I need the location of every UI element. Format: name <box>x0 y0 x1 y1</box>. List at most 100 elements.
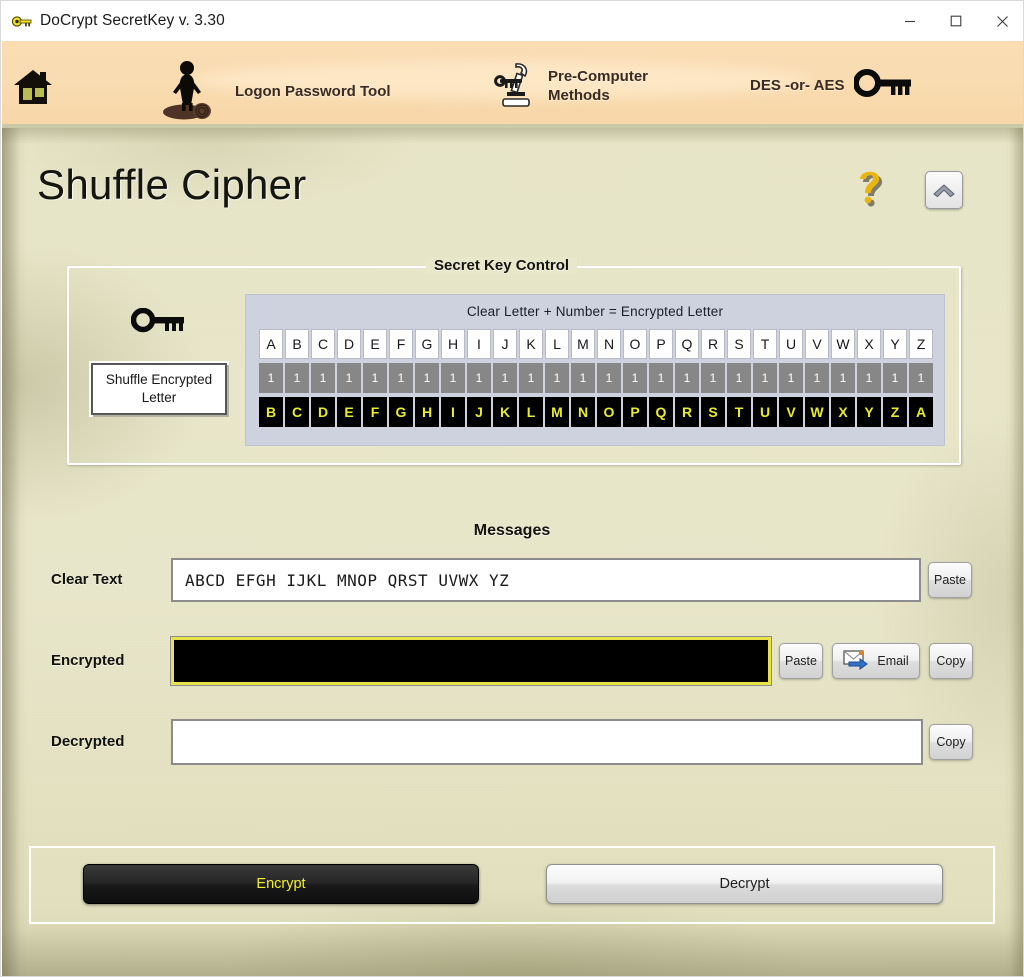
shift-number-cell[interactable]: 1 <box>623 363 647 393</box>
shift-number-cell[interactable]: 1 <box>311 363 335 393</box>
shift-number-cell[interactable]: 1 <box>389 363 413 393</box>
decrypt-button[interactable]: Decrypt <box>546 864 943 904</box>
clear-letter-cell: J <box>493 329 517 359</box>
toolbar-item-logon-password-tool[interactable]: Logon Password Tool <box>157 59 391 124</box>
shift-number-cell[interactable]: 1 <box>805 363 829 393</box>
key-column-i: I 1 J <box>466 329 492 427</box>
key-column-g: G 1 H <box>414 329 440 427</box>
clear-letter-cell: Y <box>883 329 907 359</box>
email-button-label: Email <box>877 654 909 668</box>
shift-number-cell[interactable]: 1 <box>753 363 777 393</box>
title-bar-left: DoCrypt SecretKey v. 3.30 <box>1 1 887 41</box>
email-send-icon <box>843 649 871 674</box>
page-title: Shuffle Cipher <box>37 161 307 208</box>
encrypted-letter-cell: A <box>909 397 933 427</box>
question-mark-icon[interactable] <box>847 164 895 212</box>
shift-number-cell[interactable]: 1 <box>259 363 283 393</box>
shift-number-cell[interactable]: 1 <box>831 363 855 393</box>
key-column-a: A 1 B <box>258 329 284 427</box>
close-button[interactable] <box>979 1 1023 41</box>
clear-letter-cell: S <box>727 329 751 359</box>
clear-letter-cell: L <box>545 329 569 359</box>
encrypted-input[interactable] <box>170 636 772 686</box>
encrypted-letter-cell: W <box>805 397 829 427</box>
paste-encrypted-button[interactable]: Paste <box>779 643 823 679</box>
toolbar-label-pre-computer-methods: Pre-Computer Methods <box>548 68 648 106</box>
clear-text-input[interactable]: ABCD EFGH IJKL MNOP QRST UVWX YZ <box>171 558 921 602</box>
shift-number-cell[interactable]: 1 <box>519 363 543 393</box>
key-column-q: Q 1 R <box>674 329 700 427</box>
key-grid-caption: Clear Letter + Number = Encrypted Letter <box>466 304 724 319</box>
shift-number-cell[interactable]: 1 <box>909 363 933 393</box>
clear-letter-cell: Z <box>909 329 933 359</box>
shift-number-cell[interactable]: 1 <box>727 363 751 393</box>
shift-number-cell[interactable]: 1 <box>441 363 465 393</box>
shift-number-cell[interactable]: 1 <box>597 363 621 393</box>
key-column-p: P 1 Q <box>648 329 674 427</box>
email-encrypted-button[interactable]: Email <box>832 643 920 679</box>
encrypted-letter-cell: C <box>285 397 309 427</box>
shift-number-cell[interactable]: 1 <box>857 363 881 393</box>
encrypted-letter-cell: F <box>363 397 387 427</box>
copy-decrypted-button[interactable]: Copy <box>929 724 973 760</box>
shift-number-cell[interactable]: 1 <box>285 363 309 393</box>
application-window: DoCrypt SecretKey v. 3.30 Logon Password… <box>0 0 1024 977</box>
shift-number-cell[interactable]: 1 <box>337 363 361 393</box>
shift-number-cell[interactable]: 1 <box>571 363 595 393</box>
key-column-j: J 1 K <box>492 329 518 427</box>
clear-letter-cell: C <box>311 329 335 359</box>
shift-number-cell[interactable]: 1 <box>493 363 517 393</box>
title-bar: DoCrypt SecretKey v. 3.30 <box>1 1 1023 41</box>
decrypted-label: Decrypted <box>51 733 125 750</box>
decrypted-input[interactable] <box>171 719 923 765</box>
encrypted-letter-cell: M <box>545 397 569 427</box>
toolbar-item-pre-computer-methods[interactable]: Pre-Computer Methods <box>492 59 648 114</box>
secret-key-grid-panel: Clear Letter + Number = Encrypted Letter… <box>245 294 945 446</box>
encrypted-letter-cell: Z <box>883 397 907 427</box>
copy-encrypted-button[interactable]: Copy <box>929 643 973 679</box>
window-controls <box>887 1 1023 41</box>
clear-letter-cell: O <box>623 329 647 359</box>
shift-number-cell[interactable]: 1 <box>545 363 569 393</box>
toolbar-item-des-or-aes[interactable]: DES -or- AES <box>750 69 914 104</box>
house-icon <box>10 63 56 114</box>
key-icon <box>130 307 187 336</box>
encrypted-letter-cell: X <box>831 397 855 427</box>
key-column-x: X 1 Y <box>856 329 882 427</box>
encrypted-letter-cell: E <box>337 397 361 427</box>
shift-number-cell[interactable]: 1 <box>779 363 803 393</box>
clear-letter-cell: E <box>363 329 387 359</box>
shift-number-cell[interactable]: 1 <box>675 363 699 393</box>
shift-number-cell[interactable]: 1 <box>467 363 491 393</box>
clear-letter-cell: F <box>389 329 413 359</box>
key-column-k: K 1 L <box>518 329 544 427</box>
paper-edge-left <box>2 128 28 976</box>
encrypted-letter-cell: I <box>441 397 465 427</box>
shift-number-cell[interactable]: 1 <box>883 363 907 393</box>
shift-number-cell[interactable]: 1 <box>701 363 725 393</box>
maximize-button[interactable] <box>933 1 979 41</box>
encrypted-letter-cell: B <box>259 397 283 427</box>
encrypted-letter-cell: J <box>467 397 491 427</box>
encrypted-letter-cell: G <box>389 397 413 427</box>
chevron-up-icon[interactable] <box>925 171 963 209</box>
clear-letter-cell: A <box>259 329 283 359</box>
toolbar-label-logon-password-tool: Logon Password Tool <box>235 83 391 101</box>
shift-number-cell[interactable]: 1 <box>363 363 387 393</box>
clear-letter-cell: M <box>571 329 595 359</box>
encrypted-letter-cell: Q <box>649 397 673 427</box>
encrypted-letter-cell: H <box>415 397 439 427</box>
key-column-f: F 1 G <box>388 329 414 427</box>
encrypted-letter-cell: S <box>701 397 725 427</box>
shift-number-cell[interactable]: 1 <box>415 363 439 393</box>
minimize-button[interactable] <box>887 1 933 41</box>
shift-number-cell[interactable]: 1 <box>649 363 673 393</box>
window-title: DoCrypt SecretKey v. 3.30 <box>40 12 225 29</box>
toolbar-item-home[interactable] <box>10 63 56 114</box>
encrypt-button[interactable]: Encrypt <box>83 864 479 904</box>
key-column-z: Z 1 A <box>908 329 934 427</box>
encrypted-letter-cell: N <box>571 397 595 427</box>
key-column-h: H 1 I <box>440 329 466 427</box>
paste-clear-text-button[interactable]: Paste <box>928 562 972 598</box>
shuffle-encrypted-letter-button[interactable]: Shuffle Encrypted Letter <box>91 363 227 415</box>
